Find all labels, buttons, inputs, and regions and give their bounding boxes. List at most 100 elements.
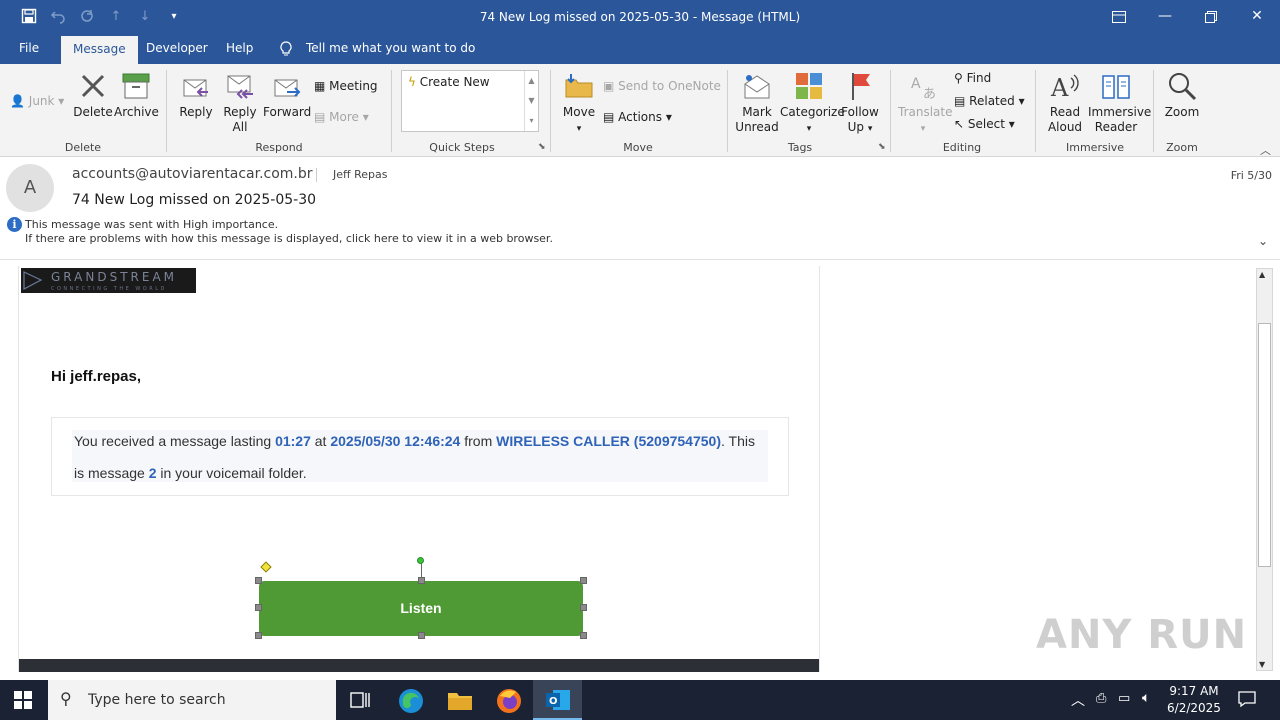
svg-text:A: A [911, 76, 921, 92]
find-button[interactable]: ⚲ Find [954, 71, 991, 85]
expand-header-icon[interactable]: ⌄ [1258, 234, 1268, 248]
taskbar-search[interactable]: ⚲ Type here to search [48, 680, 336, 720]
more-icon: ▤ [314, 110, 326, 124]
resize-handle[interactable] [580, 632, 587, 639]
message-line-2: is message 2 in your voicemail folder. [74, 465, 307, 481]
info-icon: i [7, 217, 22, 232]
scroll-up-arrow[interactable]: ▲ [1259, 270, 1265, 279]
close-button[interactable]: ✕ [1234, 0, 1280, 34]
related-button[interactable]: ▤ Related ▾ [954, 94, 1025, 108]
reply-all-icon [227, 75, 253, 99]
resize-handle[interactable] [255, 577, 262, 584]
notifications-icon[interactable] [1238, 690, 1256, 711]
volume-icon[interactable]: 🔈︎ [1142, 690, 1150, 706]
resize-handle[interactable] [580, 577, 587, 584]
meeting-button[interactable]: ▦ Meeting [314, 79, 378, 93]
firefox-icon[interactable] [496, 688, 521, 713]
quick-steps-gallery[interactable]: ϟ Create New ▲ ▼ ▾ [401, 70, 539, 132]
task-view-icon[interactable] [348, 688, 372, 712]
resize-handle[interactable] [418, 577, 425, 584]
more-button[interactable]: ▤ More ▾ [314, 110, 369, 124]
immersive-reader-button[interactable]: Immersive Reader [1088, 70, 1151, 135]
folder-move-icon [565, 74, 593, 98]
file-explorer-icon[interactable] [447, 688, 472, 712]
ribbon-separator [550, 70, 551, 152]
quick-step-create-new[interactable]: ϟ Create New [408, 75, 490, 89]
scroll-thumb[interactable] [1258, 323, 1271, 567]
group-move-label: Move [623, 141, 653, 154]
resize-handle[interactable] [580, 604, 587, 611]
svg-text:GRANDSTREAM: GRANDSTREAM [51, 270, 177, 284]
group-immersive-label: Immersive [1066, 141, 1125, 154]
collapse-ribbon-icon[interactable]: ︿ [1260, 142, 1271, 158]
network-icon[interactable]: ▭ [1118, 691, 1130, 706]
forward-button[interactable]: Forward [263, 70, 311, 120]
grandstream-logo: GRANDSTREAM CONNECTING THE WORLD [21, 268, 196, 293]
message-line-1: You received a message lasting 01:27 at … [74, 433, 755, 449]
listen-button[interactable]: Listen [259, 581, 583, 636]
importance-notice: This message was sent with High importan… [25, 218, 279, 231]
ribbon-tabs: File Message Developer Help Tell me what… [0, 34, 1280, 64]
group-quick-steps-label: Quick Steps [429, 141, 495, 154]
outlook-taskbar-button[interactable]: O [533, 680, 582, 720]
zoom-button[interactable]: Zoom [1162, 70, 1202, 120]
restore-button[interactable] [1188, 0, 1234, 34]
junk-button[interactable]: 👤 Junk ▾ [10, 94, 64, 108]
ribbon-display-icon[interactable] [1096, 0, 1142, 34]
header-divider [316, 168, 317, 182]
resize-handle[interactable] [418, 632, 425, 639]
tab-help[interactable]: Help [226, 41, 253, 55]
email-body: GRANDSTREAM CONNECTING THE WORLD Hi jeff… [18, 266, 820, 672]
dialog-launcher-icon[interactable]: ⬊ [878, 142, 886, 152]
message-number: 2 [148, 465, 157, 481]
reply-all-button[interactable]: Reply All [220, 70, 260, 135]
forward-icon [274, 79, 301, 97]
usb-icon[interactable]: ⎙ [1096, 691, 1106, 706]
translate-icon: Aあ [911, 76, 936, 102]
tab-message[interactable]: Message [61, 36, 138, 64]
junk-icon: 👤 [10, 94, 25, 108]
tray-overflow-icon[interactable]: ︿ [1071, 690, 1085, 710]
move-button[interactable]: Move ▾ [560, 70, 598, 137]
tell-me-search[interactable]: Tell me what you want to do [306, 41, 475, 55]
mark-unread-button[interactable]: Mark Unread [734, 70, 780, 135]
resize-handle[interactable] [255, 604, 262, 611]
group-tags-label: Tags [787, 141, 813, 154]
title-bar: ↑ ↓ ▾ 74 New Log missed on 2025-05-30 - … [0, 0, 1280, 34]
tab-file[interactable]: File [19, 41, 39, 55]
group-editing-label: Editing [942, 141, 982, 154]
recipient[interactable]: Jeff Repas [333, 168, 387, 181]
follow-up-button[interactable]: Follow Up ▾ [840, 70, 880, 137]
taskbar: ⚲ Type here to search O ︿ ⎙ ▭ 🔈︎ 9:17 AM… [0, 680, 1280, 720]
lightning-icon: ϟ [408, 75, 416, 89]
send-to-onenote-button[interactable]: ▣ Send to OneNote [603, 79, 721, 93]
reply-button[interactable]: Reply [176, 70, 216, 120]
rotation-handle[interactable] [417, 557, 424, 564]
svg-text:O: O [549, 696, 558, 707]
vertical-scrollbar[interactable]: ▲ ▼ [1256, 268, 1273, 671]
categorize-icon [796, 73, 822, 99]
actions-button[interactable]: ▤ Actions ▾ [603, 110, 672, 124]
dialog-launcher-icon[interactable]: ⬊ [538, 142, 546, 152]
scroll-down-arrow[interactable]: ▼ [1259, 660, 1265, 669]
archive-button[interactable]: Archive [114, 70, 159, 120]
adjust-handle[interactable] [260, 561, 272, 573]
edge-browser-icon[interactable] [398, 688, 423, 713]
delete-button[interactable]: Delete [72, 70, 114, 120]
flag-icon [852, 73, 870, 100]
cursor-icon: ↖ [954, 117, 965, 131]
select-button[interactable]: ↖ Select ▾ [954, 117, 1015, 131]
sender-address[interactable]: accounts@autoviarentacar.com.br [72, 166, 313, 182]
svg-text:あ: あ [923, 87, 936, 102]
categorize-button[interactable]: Categorize ▾ [780, 70, 845, 137]
quick-steps-scroll[interactable]: ▲ ▼ ▾ [524, 71, 538, 131]
windows-start-icon[interactable] [14, 691, 32, 712]
ribbon-separator [890, 70, 891, 152]
minimize-button[interactable]: — [1142, 0, 1188, 34]
tab-developer[interactable]: Developer [146, 41, 208, 55]
view-in-browser-link[interactable]: If there are problems with how this mess… [25, 232, 553, 245]
resize-handle[interactable] [255, 632, 262, 639]
read-aloud-button[interactable]: A Read Aloud [1044, 70, 1086, 135]
translate-button[interactable]: Aあ Translate ▾ [898, 70, 953, 137]
taskbar-clock[interactable]: 9:17 AM 6/2/2025 [1166, 683, 1222, 717]
